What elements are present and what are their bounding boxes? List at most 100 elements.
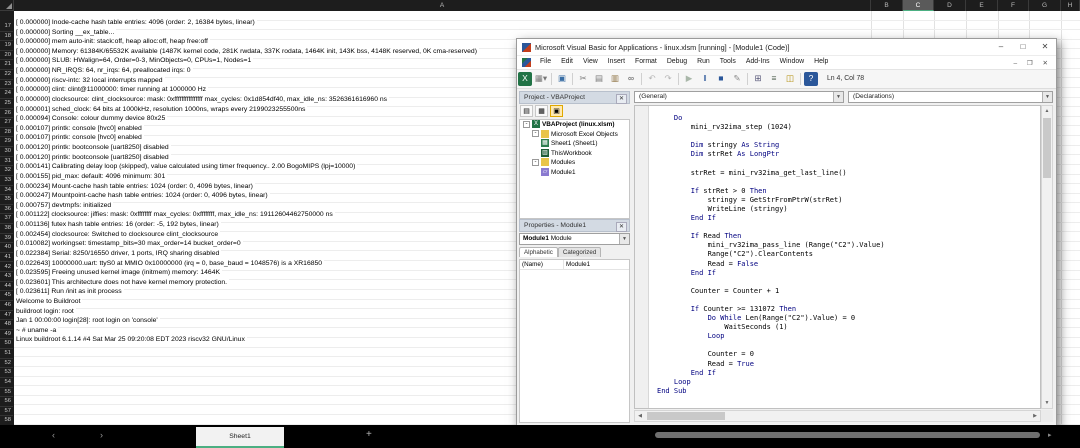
row-header-18[interactable]: 18 (0, 32, 13, 42)
object-browser-icon[interactable]: ◫ (783, 72, 797, 86)
code-vertical-scrollbar[interactable]: ▲ ▼ (1041, 105, 1053, 409)
maximize-button[interactable]: □ (1012, 39, 1034, 55)
row-header-57[interactable]: 57 (0, 407, 13, 417)
row-header-55[interactable]: 55 (0, 388, 13, 398)
row-header-46[interactable]: 46 (0, 301, 13, 311)
row-header-27[interactable]: 27 (0, 118, 13, 128)
copy-icon[interactable]: ▤ (592, 72, 606, 86)
scroll-left-arrow-icon[interactable]: ◀ (635, 411, 645, 421)
scroll-up-arrow-icon[interactable]: ▲ (1042, 106, 1052, 116)
scroll-right-arrow-icon[interactable]: ▶ (1030, 411, 1040, 421)
menu-file[interactable]: File (535, 56, 556, 67)
tree-item-microsoft-excel-objects[interactable]: -Microsoft Excel Objects (520, 130, 629, 140)
tree-item-thisworkbook[interactable]: ▥ThisWorkbook (520, 149, 629, 159)
vba-title-bar[interactable]: Microsoft Visual Basic for Applications … (517, 39, 1056, 56)
row-header-21[interactable]: 21 (0, 60, 13, 70)
column-header-C[interactable]: C (903, 0, 934, 11)
tab-categorized[interactable]: Categorized (558, 247, 601, 257)
row-header-36[interactable]: 36 (0, 205, 13, 215)
row-header-23[interactable]: 23 (0, 80, 13, 90)
row-header-22[interactable]: 22 (0, 70, 13, 80)
child-window-controls[interactable]: – ❐ ✕ (1013, 59, 1052, 67)
menu-insert[interactable]: Insert (603, 56, 630, 67)
row-header-54[interactable]: 54 (0, 378, 13, 388)
row-header-44[interactable]: 44 (0, 282, 13, 292)
tree-expander-icon[interactable]: - (532, 130, 539, 137)
project-panel-title-bar[interactable]: Project - VBAProject ✕ (519, 91, 630, 104)
column-header-A[interactable]: A (14, 0, 871, 11)
menu-format[interactable]: Format (630, 56, 662, 67)
row-header-43[interactable]: 43 (0, 272, 13, 282)
row-header-30[interactable]: 30 (0, 147, 13, 157)
row-header-24[interactable]: 24 (0, 89, 13, 99)
row-header-29[interactable]: 29 (0, 137, 13, 147)
toggle-folders-icon[interactable]: ▣ (550, 105, 563, 117)
row-header-25[interactable]: 25 (0, 99, 13, 109)
column-header-E[interactable]: E (966, 0, 998, 11)
save-icon[interactable]: ▣ (555, 72, 569, 86)
vertical-scroll-thumb[interactable] (1043, 118, 1051, 178)
project-panel-close-icon[interactable]: ✕ (616, 94, 627, 104)
column-header-F[interactable]: F (998, 0, 1029, 11)
row-header-37[interactable]: 37 (0, 214, 13, 224)
menu-tools[interactable]: Tools (715, 56, 741, 67)
properties-panel-title-bar[interactable]: Properties - Module1 ✕ (519, 219, 630, 232)
properties-window-icon[interactable]: ≡ (767, 72, 781, 86)
row-header-33[interactable]: 33 (0, 176, 13, 186)
insert-userform-icon[interactable]: ▦▾ (534, 72, 548, 86)
view-excel-icon[interactable]: X (518, 72, 532, 86)
table-row[interactable]: [ 0.000000] Inode-cache hash table entri… (14, 11, 1080, 21)
paste-icon[interactable]: ▥ (608, 72, 622, 86)
row-header-31[interactable]: 31 (0, 157, 13, 167)
code-margin-indicator-bar[interactable] (635, 106, 649, 408)
design-mode-icon[interactable]: ✎ (730, 72, 744, 86)
row-header-26[interactable]: 26 (0, 109, 13, 119)
project-explorer-icon[interactable]: ⊞ (751, 72, 765, 86)
menu-run[interactable]: Run (692, 56, 715, 67)
add-sheet-button[interactable]: + (366, 429, 372, 440)
row-header-32[interactable]: 32 (0, 166, 13, 176)
tree-expander-icon[interactable]: - (523, 121, 530, 128)
row-header-28[interactable]: 28 (0, 128, 13, 138)
row-header-41[interactable]: 41 (0, 253, 13, 263)
table-row[interactable]: [ 0.000000] Sorting __ex_table... (14, 21, 1080, 31)
row-header-53[interactable]: 53 (0, 368, 13, 378)
excel-horizontal-scrollbar[interactable] (655, 432, 1040, 438)
close-button[interactable]: ✕ (1034, 39, 1056, 55)
sheet-tab-sheet1[interactable]: Sheet1 (196, 427, 284, 448)
properties-object-selector[interactable]: Module1 Module ▼ (519, 233, 630, 245)
find-icon[interactable]: ∞ (624, 72, 638, 86)
code-horizontal-scrollbar[interactable]: ◀ ▶ (634, 410, 1041, 422)
row-header-48[interactable]: 48 (0, 320, 13, 330)
row-header-19[interactable]: 19 (0, 41, 13, 51)
tree-expander-icon[interactable]: - (532, 159, 539, 166)
redo-icon[interactable]: ↷ (661, 72, 675, 86)
resize-grip[interactable] (1041, 410, 1053, 422)
row-header-35[interactable]: 35 (0, 195, 13, 205)
tree-item-sheet1-sheet1[interactable]: ▦Sheet1 (Sheet1) (520, 139, 629, 149)
property-row[interactable]: (Name) Module1 (520, 260, 629, 270)
column-header-B[interactable]: B (871, 0, 903, 11)
tree-item-modules[interactable]: -Modules (520, 158, 629, 168)
procedure-dropdown[interactable]: (Declarations) ▼ (848, 91, 1053, 103)
properties-panel-close-icon[interactable]: ✕ (616, 222, 627, 232)
row-header-51[interactable]: 51 (0, 349, 13, 359)
row-header-39[interactable]: 39 (0, 234, 13, 244)
row-header-34[interactable]: 34 (0, 186, 13, 196)
view-object-icon[interactable]: ▦ (535, 105, 548, 117)
column-header-D[interactable]: D (934, 0, 966, 11)
tree-item-module1[interactable]: ▱Module1 (520, 168, 629, 178)
menu-window[interactable]: Window (775, 56, 810, 67)
cut-icon[interactable]: ✂ (576, 72, 590, 86)
tab-alphabetic[interactable]: Alphabetic (519, 247, 558, 257)
row-header-20[interactable]: 20 (0, 51, 13, 61)
row-header-47[interactable]: 47 (0, 311, 13, 321)
prev-sheet-button[interactable]: ‹ (52, 430, 55, 440)
row-header-56[interactable]: 56 (0, 397, 13, 407)
column-header-G[interactable]: G (1029, 0, 1061, 11)
reset-icon[interactable]: ■ (714, 72, 728, 86)
row-header-49[interactable]: 49 (0, 330, 13, 340)
code-editor[interactable]: Do mini_rv32ima_step (1024) Dim stringy … (634, 105, 1041, 409)
row-header-45[interactable]: 45 (0, 291, 13, 301)
scroll-down-arrow-icon[interactable]: ▼ (1042, 398, 1052, 408)
